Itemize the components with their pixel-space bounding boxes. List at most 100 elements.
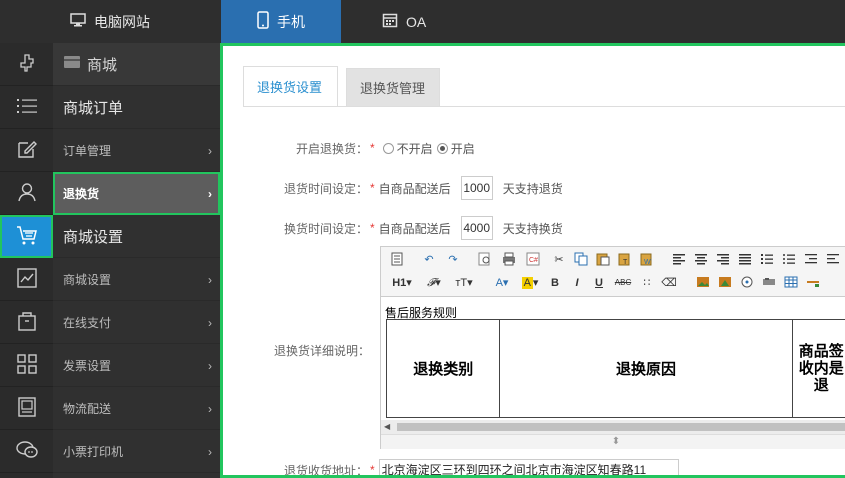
paste-text-icon[interactable]: T	[617, 252, 633, 268]
rail-cart[interactable]	[0, 215, 53, 258]
undo-icon[interactable]: ↶	[421, 252, 437, 268]
menu-store-settings-label: 商城设置	[63, 272, 112, 287]
justify-icon[interactable]	[737, 252, 753, 268]
align-right-icon[interactable]	[715, 252, 731, 268]
source-icon[interactable]	[389, 252, 405, 268]
row-return-address: 退货收货地址： * 北京海淀区三环到四环之间北京市海淀区知春路11	[223, 458, 679, 475]
tab-mobile[interactable]: 手机	[221, 0, 341, 43]
row-detail-label: 退换货详细说明：	[223, 338, 370, 362]
menu-online-payment[interactable]: 在线支付 ›	[53, 301, 220, 344]
menu-store-settings[interactable]: 商城设置 ›	[53, 258, 220, 301]
special-chars-icon[interactable]: ∷	[639, 275, 655, 291]
rail-plugin[interactable]	[0, 43, 53, 86]
svg-text:T: T	[623, 259, 628, 266]
tab-divider	[243, 106, 845, 107]
eraser-icon[interactable]: ⌫	[661, 275, 677, 291]
italic-icon[interactable]: I	[569, 275, 585, 291]
list-icon	[16, 97, 38, 118]
menu-logistics[interactable]: 物流配送 ›	[53, 387, 220, 430]
detail-label: 退换货详细说明：	[273, 343, 370, 358]
radio-disable[interactable]	[382, 142, 394, 154]
copy-icon[interactable]	[573, 252, 589, 268]
editor-resize-handle[interactable]: ⬍	[381, 434, 845, 449]
align-center-icon[interactable]	[693, 252, 709, 268]
preview-icon[interactable]	[477, 252, 493, 268]
tab-desktop-site-label: 电脑网站	[94, 13, 150, 30]
editor-content[interactable]: 售后服务规则 退换类别 退换原因 商品签收内是退	[381, 298, 845, 420]
menu-receipt-printer-label: 小票打印机	[63, 444, 124, 459]
tab-desktop-site[interactable]: 电脑网站	[70, 0, 150, 43]
tab-return-settings[interactable]: 退换货设置	[243, 66, 338, 106]
insert-media-icon[interactable]	[739, 275, 755, 291]
insert-table-icon[interactable]	[783, 275, 799, 291]
cut-icon[interactable]: ✂	[551, 252, 567, 268]
editor-horizontal-scrollbar[interactable]: ◀	[381, 420, 845, 434]
phone-icon	[257, 11, 269, 32]
chevron-right-icon: ›	[208, 316, 212, 330]
rail-chat[interactable]	[0, 430, 53, 473]
menu-invoice-settings[interactable]: 发票设置 ›	[53, 344, 220, 387]
tab-oa[interactable]: OA	[382, 0, 426, 43]
insert-flash-icon[interactable]	[717, 275, 733, 291]
chevron-right-icon: ›	[208, 445, 212, 459]
edit-icon	[16, 138, 38, 163]
menu-receipt-printer[interactable]: 小票打印机 ›	[53, 430, 220, 473]
main-panel: 退换货设置 退换货管理 开启退换货： * 不开启 开启 退货时间设定： * 自商品配…	[220, 43, 845, 478]
scrollbar-thumb[interactable]	[397, 423, 845, 431]
highlight-color-icon[interactable]: A ▾	[519, 275, 541, 291]
return-address-input[interactable]: 北京海淀区三环到四环之间北京市海淀区知春路11	[378, 459, 679, 475]
radio-disable-label: 不开启	[396, 141, 433, 156]
exchange-time-label: 换货时间设定：	[283, 221, 368, 236]
rail-edit[interactable]	[0, 129, 53, 172]
code-icon[interactable]: C#	[525, 252, 541, 268]
ordered-list-icon[interactable]	[759, 252, 775, 268]
top-bar: 电脑网站 手机 OA	[0, 0, 845, 43]
rail-image[interactable]	[0, 387, 53, 430]
unordered-list-icon[interactable]	[781, 252, 797, 268]
tab-mobile-label: 手机	[277, 13, 305, 30]
enable-label: 开启退换货：	[295, 141, 368, 156]
scroll-left-icon[interactable]: ◀	[384, 422, 390, 431]
rail-chart[interactable]	[0, 258, 53, 301]
font-family-dropdown[interactable]: 𝓕▾	[421, 275, 447, 291]
print-icon[interactable]	[501, 252, 517, 268]
insert-image-icon[interactable]	[695, 275, 711, 291]
image-icon	[16, 396, 38, 421]
indent-icon[interactable]	[803, 252, 819, 268]
tab-return-manage[interactable]: 退换货管理	[346, 68, 440, 106]
row-return-time: 退货时间设定： * 自商品配送后 1000 天支持退货	[223, 176, 563, 200]
chevron-right-icon: ›	[208, 144, 212, 158]
bold-icon[interactable]: B	[547, 275, 563, 291]
svg-text:W: W	[644, 259, 651, 266]
rail-user[interactable]	[0, 172, 53, 215]
menu-returns[interactable]: 退换货 ›	[53, 172, 220, 215]
underline-icon[interactable]: U	[591, 275, 607, 291]
font-color-icon[interactable]: A▾	[491, 275, 513, 291]
horizontal-rule-icon[interactable]	[805, 275, 821, 291]
rules-table: 退换类别 退换原因 商品签收内是退	[385, 319, 845, 418]
paste-icon[interactable]	[595, 252, 611, 268]
outdent-icon[interactable]	[825, 252, 841, 268]
paste-word-icon[interactable]: W	[639, 252, 655, 268]
table-header-reason: 退换原因	[499, 319, 793, 418]
radio-enable[interactable]	[436, 142, 448, 154]
required-mark: *	[370, 141, 375, 155]
strikethrough-icon[interactable]: ABC	[613, 275, 633, 291]
rail-list[interactable]	[0, 86, 53, 129]
rail-bag[interactable]	[0, 301, 53, 344]
align-left-icon[interactable]	[671, 252, 687, 268]
tab-return-manage-label: 退换货管理	[360, 81, 426, 96]
exchange-time-prefix: 自商品配送后	[378, 221, 451, 236]
font-size-dropdown[interactable]: тT▾	[451, 275, 477, 291]
menu-logistics-label: 物流配送	[63, 401, 112, 416]
heading-dropdown[interactable]: H1▾	[389, 275, 415, 291]
rail-grid[interactable]	[0, 344, 53, 387]
cart-icon	[15, 224, 39, 249]
menu-order-manage[interactable]: 订单管理 ›	[53, 129, 220, 172]
exchange-days-input[interactable]: 4000	[460, 216, 493, 240]
return-days-input[interactable]: 1000	[460, 176, 493, 200]
redo-icon[interactable]: ↷	[445, 252, 461, 268]
chevron-right-icon: ›	[208, 273, 212, 287]
insert-file-icon[interactable]	[761, 275, 777, 291]
user-icon	[16, 181, 38, 206]
